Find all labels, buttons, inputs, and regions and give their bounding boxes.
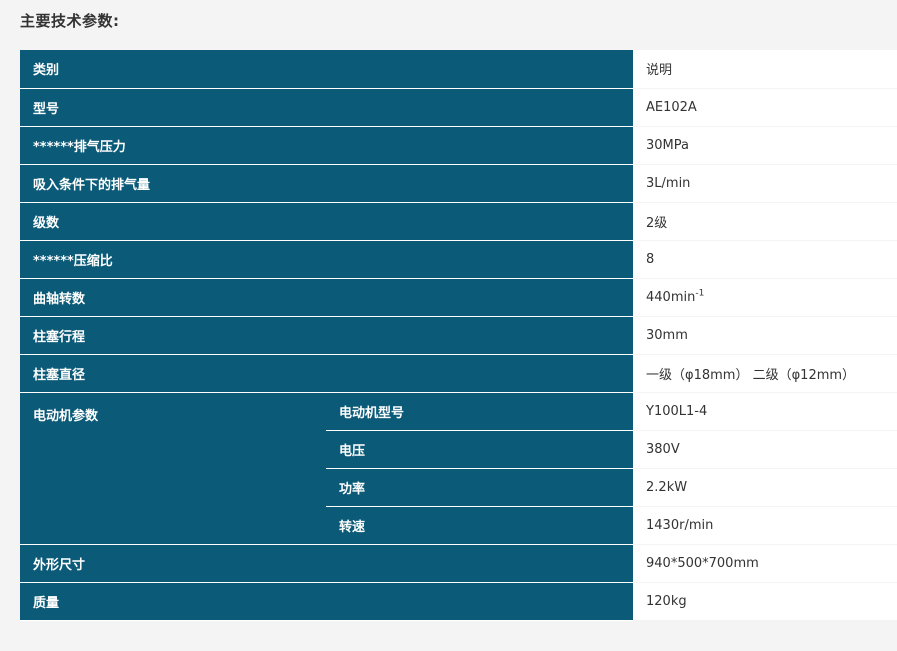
table-row: 曲轴转数 440min-1 (20, 278, 897, 317)
row-value: 30mm (633, 316, 897, 355)
row-value: 8 (633, 240, 897, 279)
table-row: 外形尺寸 940*500*700mm (20, 544, 897, 583)
row-value: AE102A (633, 88, 897, 127)
motor-sub-value: 380V (633, 430, 897, 469)
row-label: 类别 (20, 50, 634, 89)
row-value: 30MPa (633, 126, 897, 165)
row-label: 外形尺寸 (20, 544, 634, 583)
table-row: 电动机参数 电动机型号 Y100L1-4 (20, 392, 897, 545)
row-value: 120kg (633, 582, 897, 621)
row-value: 一级（φ18mm） 二级（φ12mm） (633, 354, 897, 393)
motor-sub-label: 转速 (326, 506, 634, 545)
row-label: 柱塞行程 (20, 316, 634, 355)
motor-sub-value: 1430r/min (633, 506, 897, 545)
row-value: 3L/min (633, 164, 897, 203)
row-label: ******排气压力 (20, 126, 634, 165)
section-title: 主要技术参数: (20, 12, 120, 30)
row-value-superscript: -1 (695, 288, 705, 299)
row-label: 级数 (20, 202, 634, 241)
table-row: 类别 说明 (20, 50, 897, 89)
motor-sub-label: 电压 (326, 430, 634, 469)
spec-table: 类别 说明 型号 AE102A ******排气压力 30MPa 吸入条件下的排… (20, 50, 897, 621)
row-label: 质量 (20, 582, 634, 621)
motor-sub-label: 功率 (326, 468, 634, 507)
table-row: 型号 AE102A (20, 88, 897, 127)
row-value: 440min-1 (633, 278, 897, 317)
table-row: 吸入条件下的排气量 3L/min (20, 164, 897, 203)
row-value: 说明 (633, 50, 897, 89)
motor-sub-value: Y100L1-4 (633, 392, 897, 431)
table-row: 柱塞行程 30mm (20, 316, 897, 355)
table-row: ******压缩比 8 (20, 240, 897, 279)
table-row: ******排气压力 30MPa (20, 126, 897, 165)
row-label: ******压缩比 (20, 240, 634, 279)
row-label: 柱塞直径 (20, 354, 634, 393)
motor-sub-value: 2.2kW (633, 468, 897, 507)
row-label: 型号 (20, 88, 634, 127)
row-value: 940*500*700mm (633, 544, 897, 583)
table-row: 质量 120kg (20, 582, 897, 621)
row-value: 2级 (633, 202, 897, 241)
motor-group-label: 电动机参数 (20, 392, 326, 545)
row-label: 吸入条件下的排气量 (20, 164, 634, 203)
row-label: 曲轴转数 (20, 278, 634, 317)
table-row: 柱塞直径 一级（φ18mm） 二级（φ12mm） (20, 354, 897, 393)
table-row: 级数 2级 (20, 202, 897, 241)
motor-sub-label: 电动机型号 (326, 392, 634, 431)
row-value-text: 440min (646, 289, 696, 305)
